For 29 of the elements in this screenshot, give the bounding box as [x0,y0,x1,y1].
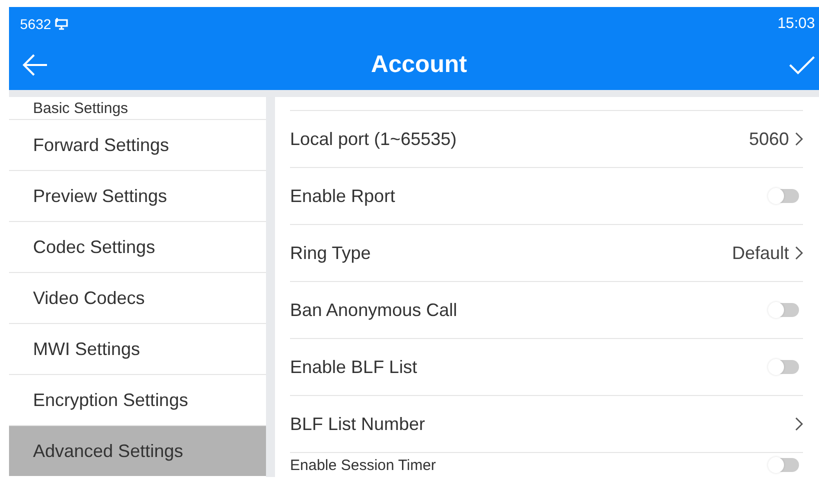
setting-value: Default [732,242,789,264]
toggle-switch[interactable] [769,458,799,472]
setting-label: Local port (1~65535) [290,128,458,150]
setting-label: Ban Anonymous Call [290,300,458,320]
setting-label: Enable Rport [290,186,396,206]
toggle-switch[interactable] [769,189,799,203]
setting-label: Enable BLF List [290,356,418,378]
chevron-right-icon[interactable] [795,132,803,146]
sidebar-item[interactable]: Forward Settings [9,119,266,170]
setting-label: Ring Type [290,242,372,264]
desktop-phone-icon [55,17,68,30]
extension-number: 5632 [20,16,52,32]
clock-time: 15:03 [777,15,815,32]
sidebar-item[interactable]: Codec Settings [9,221,266,272]
setting-label: Enable Session Timer [290,456,437,474]
back-button[interactable] [21,53,49,77]
setting-label: BLF List Number [290,414,426,434]
sidebar-item[interactable]: Preview Settings [9,170,266,221]
setting-value: 5060 [748,128,789,150]
chevron-right-icon[interactable] [795,417,803,431]
sidebar-item[interactable]: Basic Settings [9,97,266,119]
sidebar-item[interactable]: Video Codecs [9,272,266,323]
confirm-button[interactable] [789,55,815,75]
toggle-switch[interactable] [769,303,799,317]
page-title: Account [370,51,468,79]
sidebar-item[interactable]: MWI Settings [9,323,266,374]
chevron-right-icon[interactable] [795,246,803,260]
sidebar-item[interactable]: Advanced Settings [9,425,266,476]
toggle-switch[interactable] [769,360,799,374]
